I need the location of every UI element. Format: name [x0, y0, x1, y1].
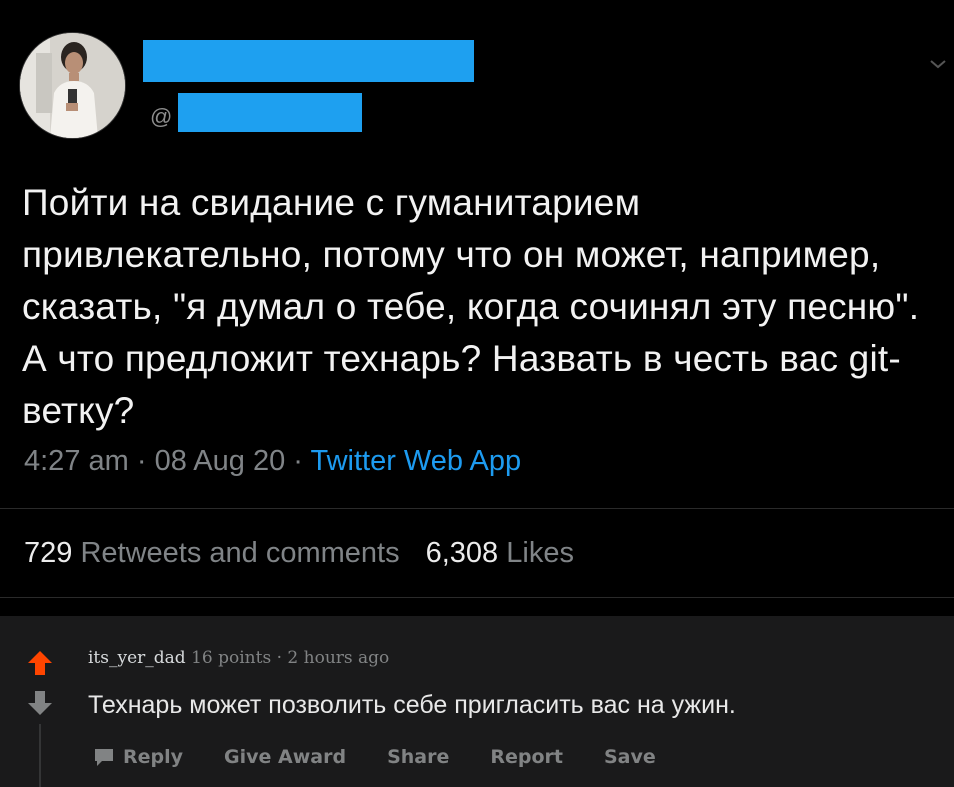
speech-bubble-icon	[95, 749, 113, 766]
redacted-display-name	[143, 40, 474, 82]
comment-points: 16 points	[191, 648, 272, 668]
tweet-card: @ Пойти на свидание с гуманитарием привл…	[0, 0, 954, 615]
arrow-up-icon[interactable]	[25, 648, 55, 678]
report-button[interactable]: Report	[490, 746, 563, 768]
reply-label: Reply	[123, 746, 184, 768]
share-button[interactable]: Share	[387, 746, 449, 768]
tweet-meta: 4:27 am · 08 Aug 20 · Twitter Web App	[24, 445, 522, 477]
thread-line[interactable]	[39, 724, 41, 787]
likes-count: 6,308	[425, 537, 499, 569]
give-award-button[interactable]: Give Award	[224, 746, 346, 768]
redacted-handle	[178, 93, 362, 132]
tweet-date: 08 Aug 20	[154, 445, 286, 477]
reply-button[interactable]: Reply	[93, 746, 183, 768]
retweets-count: 729	[24, 537, 73, 569]
tweet-stats: 729 Retweets and comments 6,308 Likes	[24, 537, 574, 570]
retweets-label[interactable]: Retweets and comments	[80, 537, 399, 569]
comment-header: its_yer_dad 16 points · 2 hours ago	[88, 648, 390, 668]
reddit-comment: its_yer_dad 16 points · 2 hours ago Техн…	[0, 616, 954, 787]
save-button[interactable]: Save	[604, 746, 656, 768]
handle-prefix: @	[150, 104, 173, 129]
comment-age: 2 hours ago	[287, 648, 390, 668]
comment-actions: Reply Give Award Share Report Save	[93, 744, 697, 770]
comment-body: Технарь может позволить себе пригласить …	[88, 691, 736, 719]
divider	[0, 508, 954, 509]
tweet-text: Пойти на свидание с гуманитарием привлек…	[22, 182, 920, 431]
avatar[interactable]	[19, 32, 126, 139]
tweet-time: 4:27 am	[24, 445, 129, 477]
tweet-source-link[interactable]: Twitter Web App	[310, 445, 521, 477]
comment-username[interactable]: its_yer_dad	[88, 648, 186, 668]
divider	[0, 597, 954, 598]
arrow-down-icon[interactable]	[25, 688, 55, 718]
chevron-down-icon[interactable]	[926, 52, 950, 76]
likes-label[interactable]: Likes	[506, 537, 574, 569]
